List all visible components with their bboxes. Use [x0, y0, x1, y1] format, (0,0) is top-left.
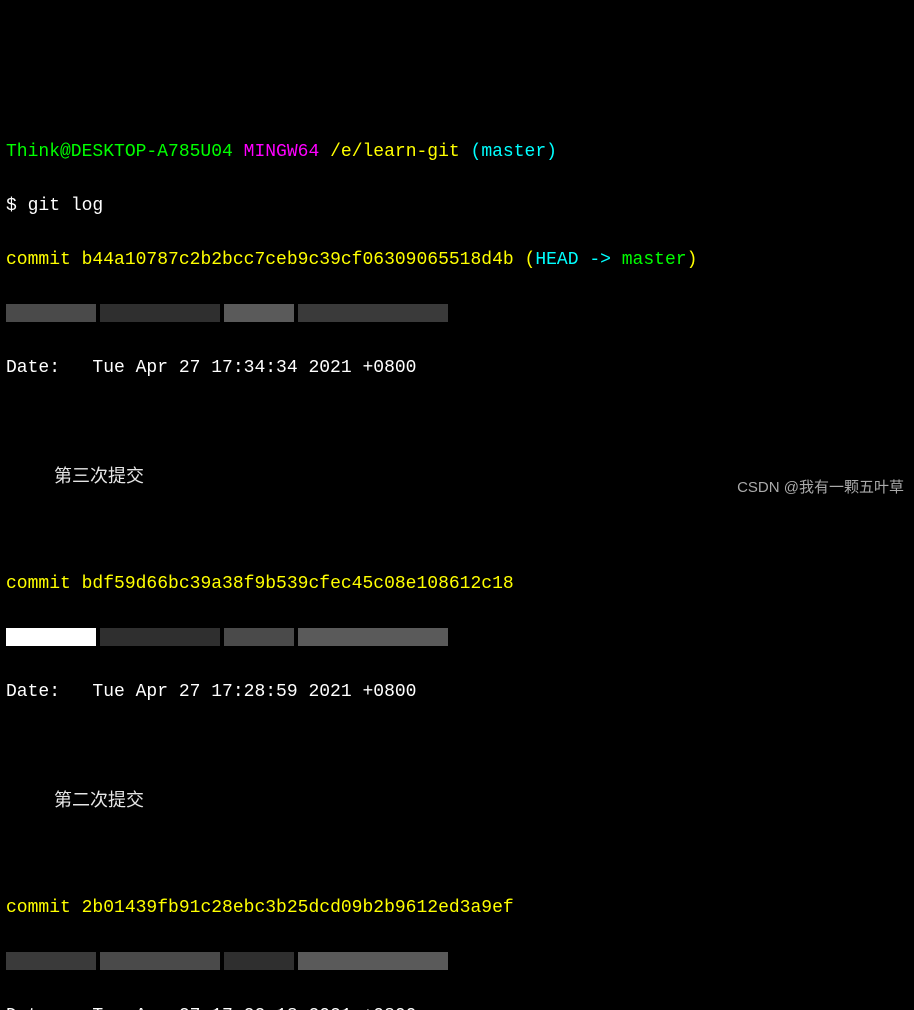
date-value: Tue Apr 27 17:34:34 2021 +0800	[92, 358, 416, 378]
author-redacted	[6, 301, 908, 328]
prompt-cwd: /e/learn-git	[330, 142, 460, 162]
date-line: Date: Tue Apr 27 17:22:18 2021 +0800	[6, 1003, 908, 1010]
branch-ref: master	[622, 250, 687, 270]
date-label: Date:	[6, 1006, 60, 1010]
commit-message: 第二次提交	[6, 787, 908, 814]
commit-hash: 2b01439fb91c28ebc3b25dcd09b2b9612ed3a9ef	[82, 898, 514, 918]
commit-label: commit	[6, 250, 71, 270]
date-label: Date:	[6, 682, 60, 702]
commit-label: commit	[6, 574, 71, 594]
prompt-symbol: $	[6, 196, 17, 216]
commit-hash: bdf59d66bc39a38f9b539cfec45c08e108612c18	[82, 574, 514, 594]
prompt-user-host: Think@DESKTOP-A785U04	[6, 142, 233, 162]
prompt-branch: (master)	[471, 142, 557, 162]
date-value: Tue Apr 27 17:22:18 2021 +0800	[92, 1006, 416, 1010]
commit-line: commit 2b01439fb91c28ebc3b25dcd09b2b9612…	[6, 895, 908, 922]
author-redacted	[6, 949, 908, 976]
author-redacted	[6, 625, 908, 652]
terminal-output[interactable]: Think@DESKTOP-A785U04 MINGW64 /e/learn-g…	[6, 112, 908, 1010]
commit-line: commit bdf59d66bc39a38f9b539cfec45c08e10…	[6, 571, 908, 598]
commit-label: commit	[6, 898, 71, 918]
paren-close: )	[687, 250, 698, 270]
date-line: Date: Tue Apr 27 17:28:59 2021 +0800	[6, 679, 908, 706]
date-value: Tue Apr 27 17:28:59 2021 +0800	[92, 682, 416, 702]
watermark-text: CSDN @我有一颗五叶草	[737, 477, 904, 500]
head-ref: HEAD ->	[535, 250, 621, 270]
commit-hash: b44a10787c2b2bcc7ceb9c39cf06309065518d4b	[82, 250, 514, 270]
command-text: git log	[28, 196, 104, 216]
commit-line: commit b44a10787c2b2bcc7ceb9c39cf0630906…	[6, 247, 908, 274]
command-line: $ git log	[6, 193, 908, 220]
paren-open: (	[525, 250, 536, 270]
date-line: Date: Tue Apr 27 17:34:34 2021 +0800	[6, 355, 908, 382]
date-label: Date:	[6, 358, 60, 378]
prompt-env: MINGW64	[244, 142, 320, 162]
prompt-line: Think@DESKTOP-A785U04 MINGW64 /e/learn-g…	[6, 139, 908, 166]
